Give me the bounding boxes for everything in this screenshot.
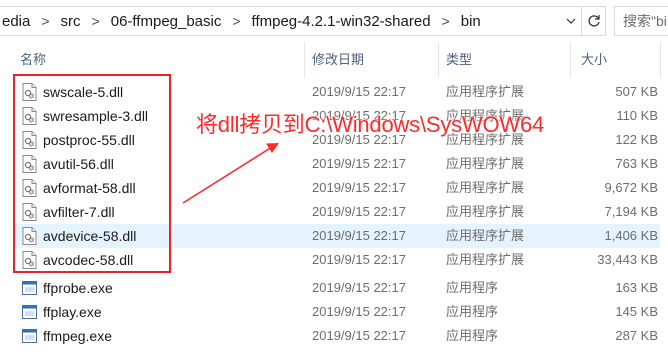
file-modified-date: 2019/9/15 22:17 — [312, 280, 406, 295]
column-divider[interactable] — [570, 42, 571, 78]
file-row[interactable]: avcodec-58.dll 2019/9/15 22:17 应用程序扩展 33… — [0, 248, 668, 272]
dll-file-icon — [22, 155, 37, 173]
dll-file-icon — [22, 107, 37, 125]
file-modified-date: 2019/9/15 22:17 — [312, 252, 406, 267]
file-modified-date: 2019/9/15 22:17 — [312, 180, 406, 195]
column-divider[interactable] — [304, 42, 305, 78]
file-type: 应用程序扩展 — [446, 180, 525, 195]
file-name: avutil-56.dll — [43, 156, 114, 172]
file-size: 110 KB — [616, 108, 658, 123]
file-size: 7,194 KB — [604, 204, 659, 219]
file-size: 763 KB — [615, 156, 658, 171]
file-name: swscale-5.dll — [43, 84, 124, 100]
column-header-date[interactable]: 修改日期 — [312, 42, 364, 78]
file-name: avcodec-58.dll — [43, 252, 134, 268]
column-divider[interactable] — [438, 42, 439, 78]
file-row[interactable]: swscale-5.dll 2019/9/15 22:17 应用程序扩展 507… — [0, 80, 668, 104]
search-input[interactable]: 搜索"bi — [614, 6, 668, 36]
chevron-down-icon[interactable] — [561, 7, 581, 35]
file-size: 287 KB — [615, 328, 658, 343]
refresh-icon[interactable] — [581, 7, 605, 35]
dll-file-icon — [22, 83, 37, 101]
file-modified-date: 2019/9/15 22:17 — [312, 304, 406, 319]
file-row[interactable]: ffplay.exe 2019/9/15 22:17 应用程序 145 KB — [0, 300, 668, 324]
file-modified-date: 2019/9/15 22:17 — [312, 328, 406, 343]
dll-file-icon — [22, 251, 37, 269]
file-modified-date: 2019/9/15 22:17 — [312, 156, 406, 171]
file-size: 9,672 KB — [604, 180, 659, 195]
column-header-type[interactable]: 类型 — [446, 42, 472, 78]
file-name: swresample-3.dll — [43, 108, 149, 124]
column-divider[interactable] — [660, 42, 661, 78]
file-size: 507 KB — [615, 84, 658, 99]
file-name: avformat-58.dll — [43, 180, 136, 196]
file-size: 1,406 KB — [604, 228, 659, 243]
chevron-right-icon: > — [441, 13, 450, 29]
chevron-right-icon: > — [91, 13, 100, 29]
address-bar[interactable]: edia > src > 06-ffmpeg_basic > ffmpeg-4.… — [0, 6, 606, 36]
dll-file-icon — [22, 131, 37, 149]
file-modified-date: 2019/9/15 22:17 — [312, 84, 406, 99]
file-name: postproc-55.dll — [43, 132, 135, 148]
file-size: 33,443 KB — [597, 252, 658, 267]
file-type: 应用程序扩展 — [446, 228, 525, 243]
file-name: avfilter-7.dll — [43, 204, 115, 220]
file-type: 应用程序 — [446, 304, 499, 319]
dll-file-icon — [22, 227, 37, 245]
dll-file-icon — [22, 203, 37, 221]
file-size: 163 KB — [615, 280, 658, 295]
file-row[interactable]: ffprobe.exe 2019/9/15 22:17 应用程序 163 KB — [0, 276, 668, 300]
exe-file-icon — [22, 329, 37, 343]
address-bar-row: edia > src > 06-ffmpeg_basic > ffmpeg-4.… — [0, 0, 668, 42]
breadcrumb-ffmpeg-shared[interactable]: ffmpeg-4.2.1-win32-shared — [250, 13, 433, 30]
breadcrumb-src[interactable]: src — [59, 13, 83, 30]
column-header-name[interactable]: 名称 — [20, 42, 46, 78]
file-type: 应用程序扩展 — [446, 156, 525, 171]
file-name: avdevice-58.dll — [43, 228, 137, 244]
chevron-right-icon: > — [232, 13, 241, 29]
breadcrumb-media[interactable]: edia — [0, 13, 32, 30]
file-size: 122 KB — [615, 132, 658, 147]
file-modified-date: 2019/9/15 22:17 — [312, 204, 406, 219]
breadcrumb-ffmpeg-basic[interactable]: 06-ffmpeg_basic — [109, 13, 224, 30]
file-name: ffmpeg.exe — [43, 328, 113, 344]
file-type: 应用程序扩展 — [446, 252, 525, 267]
file-type: 应用程序 — [446, 280, 499, 295]
file-modified-date: 2019/9/15 22:17 — [312, 228, 406, 243]
column-header-size[interactable]: 大小 — [581, 42, 607, 78]
file-row-selected[interactable]: avdevice-58.dll 2019/9/15 22:17 应用程序扩展 1… — [0, 224, 668, 248]
exe-file-icon — [22, 281, 37, 295]
file-row[interactable]: avfilter-7.dll 2019/9/15 22:17 应用程序扩展 7,… — [0, 200, 668, 224]
chevron-right-icon: > — [41, 13, 50, 29]
file-row[interactable]: avformat-58.dll 2019/9/15 22:17 应用程序扩展 9… — [0, 176, 668, 200]
exe-file-icon — [22, 305, 37, 319]
file-size: 145 KB — [615, 304, 658, 319]
file-name: ffplay.exe — [43, 304, 102, 320]
column-header-row: 名称 修改日期 类型 大小 — [0, 42, 668, 78]
file-type: 应用程序扩展 — [446, 204, 525, 219]
file-type: 应用程序 — [446, 328, 499, 343]
dll-file-icon — [22, 179, 37, 197]
file-row[interactable]: avutil-56.dll 2019/9/15 22:17 应用程序扩展 763… — [0, 152, 668, 176]
file-type: 应用程序扩展 — [446, 84, 525, 99]
annotation-text: 将dll拷贝到C:\Windows\SysWOW64 — [196, 112, 545, 137]
breadcrumb-bin[interactable]: bin — [459, 13, 483, 30]
file-row[interactable]: ffmpeg.exe 2019/9/15 22:17 应用程序 287 KB — [0, 324, 668, 348]
file-name: ffprobe.exe — [43, 280, 113, 296]
search-placeholder: 搜索"bi — [623, 13, 667, 29]
